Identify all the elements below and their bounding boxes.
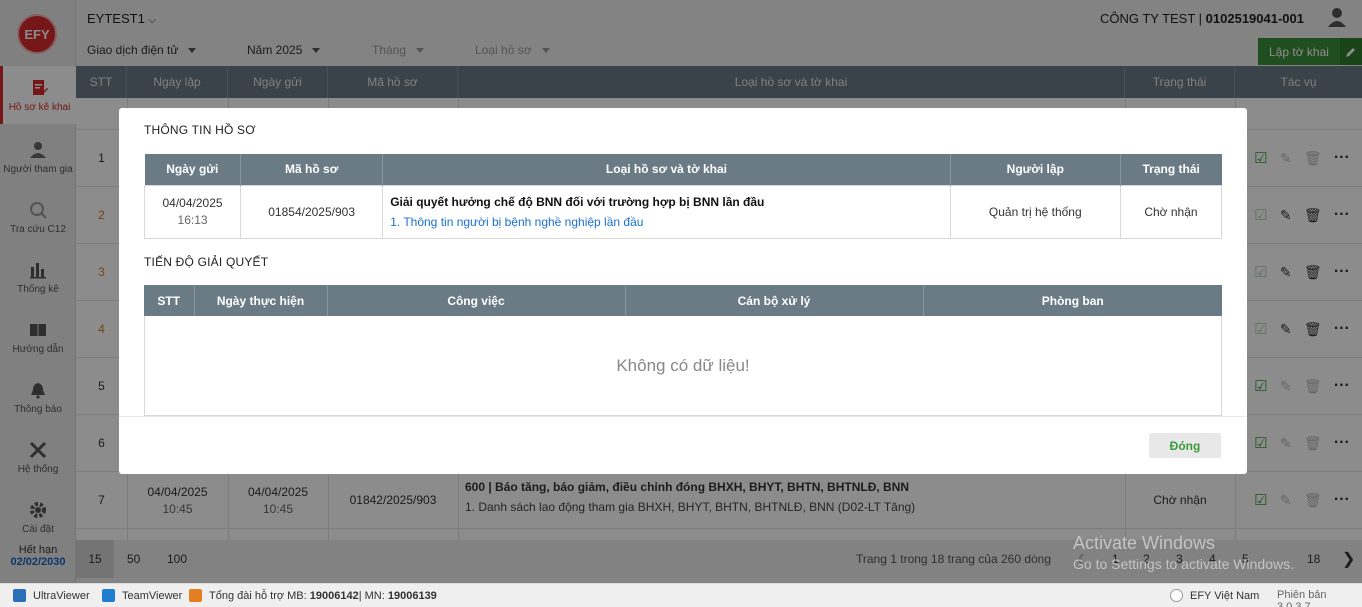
record-info-table: Ngày gửi Mã hồ sơ Loại hồ sơ và tờ khai … bbox=[143, 154, 1223, 239]
close-button[interactable]: Đóng bbox=[1149, 433, 1221, 458]
td-ngay-gui: 04/04/2025 16:13 bbox=[143, 184, 242, 239]
th-phong-ban: Phòng ban bbox=[923, 285, 1222, 316]
brand-label: EFY Việt Nam bbox=[1190, 589, 1260, 602]
progress-header: STT Ngày thực hiện Công việc Cán bộ xử l… bbox=[144, 285, 1222, 316]
progress-table: STT Ngày thực hiện Công việc Cán bộ xử l… bbox=[144, 285, 1222, 316]
teamviewer-label: TeamViewer bbox=[122, 589, 183, 602]
teamviewer-icon bbox=[102, 589, 115, 602]
modal-section-title-progress: TIẾN ĐỘ GIẢI QUYẾT bbox=[144, 255, 269, 269]
th-ngay-gui: Ngày gửi bbox=[144, 154, 242, 185]
hotline-mn: 19006139 bbox=[387, 589, 437, 602]
empty-state: Không có dữ liệu! bbox=[144, 316, 1222, 416]
modal-section-title-info: THÔNG TIN HỒ SƠ bbox=[144, 123, 256, 137]
th-trang-thai: Trạng thái bbox=[1120, 154, 1222, 185]
ngay-gui-date: 04/04/2025 bbox=[162, 196, 223, 210]
loai-title: Giải quyết hưởng chế độ BNN đối với trườ… bbox=[390, 194, 765, 209]
th-ngay-thuc-hien: Ngày thực hiện bbox=[194, 285, 328, 316]
hotline: Tổng đài hỗ trợ MB: 19006142 | MN: 19006… bbox=[189, 589, 437, 602]
th-stt: STT bbox=[144, 285, 195, 316]
hotline-prefix: Tổng đài hỗ trợ MB: bbox=[209, 589, 307, 602]
hotline-separator: | MN: bbox=[358, 589, 385, 602]
version: Phiên bản 3.0.3.7 bbox=[1277, 589, 1327, 607]
record-info-modal: THÔNG TIN HỒ SƠ Ngày gửi Mã hồ sơ Loại h… bbox=[119, 108, 1247, 474]
hotline-mb: 19006142 bbox=[309, 589, 359, 602]
modal-footer-divider bbox=[119, 416, 1247, 417]
td-trang-thai: Chờ nhận bbox=[1119, 184, 1223, 239]
td-loai-ho-so: Giải quyết hưởng chế độ BNN đối với trườ… bbox=[382, 184, 951, 239]
record-info-row: 04/04/2025 16:13 01854/2025/903 Giải quy… bbox=[143, 184, 1223, 239]
th-loai-ho-so: Loại hồ sơ và tờ khai bbox=[382, 154, 951, 185]
watermark-line-2: Go to Settings to activate Windows. bbox=[1073, 556, 1294, 572]
windows-activation-watermark: Activate Windows Go to Settings to activ… bbox=[1073, 533, 1294, 572]
td-ma-ho-so: 01854/2025/903 bbox=[240, 184, 384, 239]
efy-brand: EFY Việt Nam bbox=[1170, 589, 1259, 602]
watermark-line-1: Activate Windows bbox=[1073, 533, 1216, 553]
teamviewer-link[interactable]: TeamViewer bbox=[102, 589, 182, 602]
efy-mini-logo bbox=[1170, 589, 1183, 602]
th-cong-viec: Công việc bbox=[327, 285, 626, 316]
ultraviewer-label: UltraViewer bbox=[33, 589, 90, 602]
th-nguoi-lap: Người lập bbox=[950, 154, 1121, 185]
loai-sub-link[interactable]: 1. Thông tin người bị bệnh nghề nghiệp l… bbox=[390, 215, 950, 229]
th-can-bo: Cán bộ xử lý bbox=[625, 285, 924, 316]
record-info-header: Ngày gửi Mã hồ sơ Loại hồ sơ và tờ khai … bbox=[144, 154, 1222, 185]
phone-icon bbox=[189, 589, 202, 602]
td-nguoi-lap: Quản trị hệ thống bbox=[949, 184, 1121, 239]
footer: UltraViewer TeamViewer Tổng đài hỗ trợ M… bbox=[0, 583, 1362, 607]
ultraviewer-link[interactable]: UltraViewer bbox=[13, 589, 90, 602]
ultraviewer-icon bbox=[13, 589, 26, 602]
th-ma-ho-so: Mã hồ sơ bbox=[240, 154, 384, 185]
ngay-gui-time: 16:13 bbox=[177, 213, 208, 227]
